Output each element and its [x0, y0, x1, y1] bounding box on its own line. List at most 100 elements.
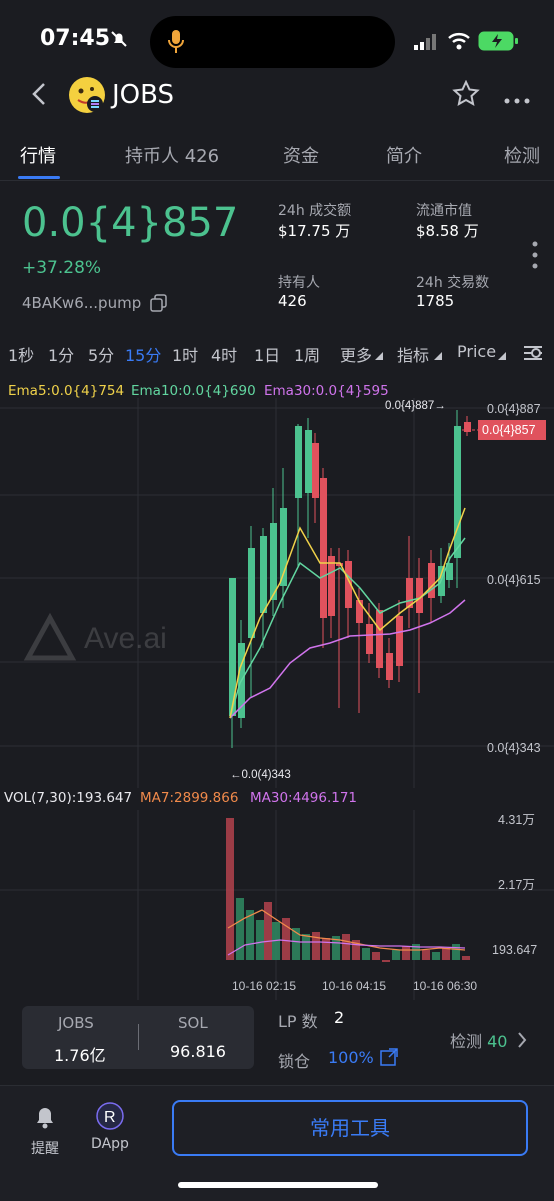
- volume-header: VOL(7,30):193.647: [4, 790, 133, 806]
- battery-icon: [478, 31, 520, 55]
- volume-bar: [432, 952, 440, 960]
- caret-down-icon: [498, 352, 506, 360]
- wifi-icon: [448, 32, 470, 54]
- stat-label-tx-count: 24h 交易数: [416, 275, 490, 291]
- balance-sol-label: SOL: [178, 1014, 208, 1032]
- interval-1h[interactable]: 1时: [172, 342, 198, 366]
- signal-icon: [414, 34, 438, 54]
- volume-bar: [402, 946, 410, 960]
- price-chart[interactable]: Ave.ai 0.0{4}887 0.0{4}615 0.0{4}343 0.0…: [0, 398, 554, 788]
- interval-1d[interactable]: 1日: [254, 342, 280, 366]
- svg-text:R: R: [104, 1109, 116, 1126]
- price-mode-dropdown[interactable]: Price: [457, 342, 496, 361]
- x-label-0: 10-16 02:15: [232, 979, 296, 993]
- status-bar: 07:45: [0, 0, 554, 70]
- low-marker: ←0.0(4)343: [230, 769, 291, 781]
- alert-button[interactable]: 提醒: [28, 1104, 62, 1158]
- common-tools-button[interactable]: 常用工具: [172, 1100, 528, 1156]
- candle-body: [454, 426, 461, 558]
- tab-check[interactable]: 检测: [504, 142, 540, 168]
- indicators-dropdown[interactable]: 指标: [397, 342, 429, 366]
- volume-bar: [462, 956, 470, 960]
- interval-5m[interactable]: 5分: [88, 342, 114, 366]
- check-button[interactable]: 检测 40: [450, 1028, 507, 1052]
- copy-icon: [150, 294, 167, 312]
- x-label-2: 10-16 06:30: [413, 979, 477, 993]
- check-label: 检测: [450, 1032, 483, 1051]
- status-time: 07:45: [40, 26, 111, 51]
- x-label-1: 10-16 04:15: [322, 979, 386, 993]
- contract-address: 4BAKw6...pump: [22, 294, 142, 312]
- volume-ma7: MA7:2899.866: [140, 790, 239, 806]
- stat-value-volume: $17.75 万: [278, 222, 351, 240]
- volume-bar: [256, 920, 264, 960]
- stats-more-button[interactable]: [530, 240, 540, 274]
- alert-label: 提醒: [31, 1141, 59, 1157]
- lock-value[interactable]: 100%: [328, 1048, 374, 1067]
- candle-body: [295, 426, 302, 498]
- stat-value-holders: 426: [278, 292, 307, 310]
- y-axis-label-low: 0.0{4}343: [487, 741, 541, 755]
- candle-body: [396, 616, 403, 666]
- check-score: 40: [487, 1032, 508, 1051]
- microphone-icon: [168, 30, 184, 53]
- vertical-dots-icon: [532, 241, 538, 269]
- candle-body: [312, 443, 319, 498]
- volume-bar: [442, 948, 450, 960]
- dynamic-island: [150, 16, 395, 68]
- dapp-button[interactable]: R DApp: [88, 1102, 132, 1152]
- candle-body: [270, 523, 277, 600]
- interval-more-dropdown[interactable]: 更多: [340, 342, 372, 366]
- settings-sliders-icon: [524, 346, 542, 360]
- stat-label-holders: 持有人: [278, 275, 320, 291]
- chart-settings-button[interactable]: [522, 342, 544, 368]
- stat-value-tx-count: 1785: [416, 292, 455, 310]
- price-change: +37.28%: [22, 258, 102, 278]
- interval-4h[interactable]: 4时: [211, 342, 237, 366]
- favorite-button[interactable]: [452, 79, 480, 112]
- tab-intro[interactable]: 简介: [386, 142, 422, 168]
- high-marker: 0.0{4}887→: [385, 400, 446, 412]
- tab-funds[interactable]: 资金: [283, 142, 319, 168]
- caret-down-icon: [375, 352, 383, 360]
- balance-token-label: JOBS: [58, 1014, 94, 1032]
- more-button[interactable]: [504, 90, 530, 109]
- interval-1w[interactable]: 1周: [294, 342, 320, 366]
- active-tab-indicator: [18, 176, 60, 179]
- volume-bar: [302, 934, 310, 960]
- candle-body: [248, 548, 255, 638]
- stat-label-volume: 24h 成交额: [278, 203, 352, 219]
- y-axis-label-high: 0.0{4}887: [487, 402, 541, 416]
- volume-bar: [422, 950, 430, 960]
- volume-ma30: MA30:4496.171: [250, 790, 358, 806]
- ema30-label: Ema30:0.0{4}595: [264, 383, 389, 399]
- volume-bar: [342, 934, 350, 960]
- candle-body: [305, 430, 312, 493]
- stat-value-market-cap: $8.58 万: [416, 222, 479, 240]
- balance-panel: JOBS 1.76亿 SOL 96.816: [22, 1006, 254, 1069]
- bell-icon: [37, 1108, 53, 1129]
- star-icon: [452, 79, 480, 106]
- home-indicator: [178, 1182, 378, 1188]
- watermark-text: Ave.ai: [84, 622, 167, 655]
- tab-market[interactable]: 行情: [20, 142, 56, 168]
- volume-chart: 4.31万 2.17万 193.647 10-16 02:15 10-16 04…: [0, 810, 554, 1000]
- chevron-left-icon: [32, 83, 45, 105]
- candle-body: [328, 556, 335, 616]
- interval-15m[interactable]: 15分: [125, 342, 161, 366]
- balance-divider: [138, 1024, 139, 1050]
- token-logo: [68, 76, 106, 118]
- more-icon: [504, 98, 530, 104]
- lock-label: 锁仓: [278, 1052, 311, 1071]
- ema5-label: Ema5:0.0{4}754: [8, 383, 125, 399]
- external-link-icon[interactable]: [380, 1048, 398, 1070]
- interval-1m[interactable]: 1分: [48, 342, 74, 366]
- interval-1s[interactable]: 1秒: [8, 342, 34, 366]
- back-button[interactable]: [28, 80, 52, 108]
- copy-address-button[interactable]: [150, 294, 168, 316]
- candle-body: [376, 610, 383, 668]
- balance-sol-value: 96.816: [170, 1042, 226, 1061]
- tab-holders[interactable]: 持币人 426: [125, 142, 219, 168]
- candle-body: [260, 536, 267, 613]
- vol-axis-high: 4.31万: [498, 813, 535, 827]
